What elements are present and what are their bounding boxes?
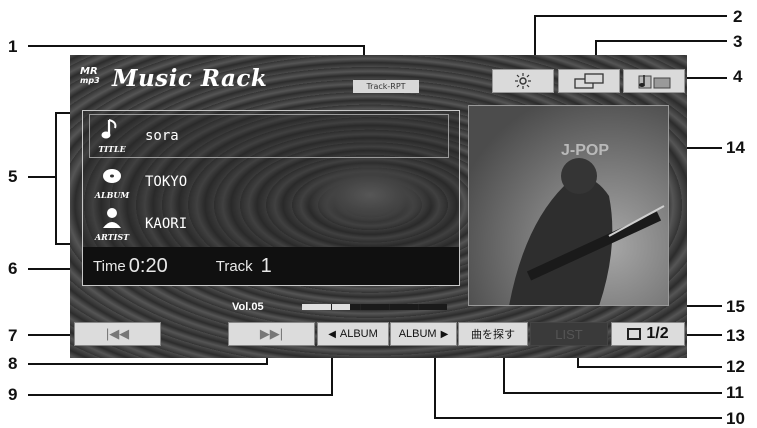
track-number: 1 — [260, 254, 272, 277]
album-next-button[interactable]: ALBUM ▶ — [390, 322, 457, 346]
page-icon — [627, 328, 642, 340]
leader-5-bracket — [55, 112, 57, 245]
next-track-button[interactable]: ▶▶| — [228, 322, 315, 346]
note-icon: TITLE — [91, 116, 133, 156]
callout-1: 1 — [8, 37, 18, 56]
volume-tick — [360, 304, 361, 310]
time-track-bar: Time 0:20 Track 1 — [83, 247, 459, 285]
volume-level-fill — [302, 304, 351, 310]
callout-6: 6 — [8, 259, 18, 278]
left-arrow-icon: ◀ — [328, 328, 336, 340]
callout-2: 2 — [733, 7, 743, 26]
page-number: 1/2 — [646, 325, 669, 342]
list-label: LIST — [555, 326, 583, 342]
dual-screen-icon — [574, 73, 604, 89]
callout-14: 14 — [726, 138, 745, 157]
leader-8 — [28, 363, 268, 365]
track-label: Track — [215, 257, 253, 275]
title-row[interactable]: TITLE sora — [91, 116, 179, 156]
volume-bar — [302, 304, 447, 310]
time-value: 0:20 — [128, 254, 168, 277]
search-song-button[interactable]: 曲を探す — [458, 322, 528, 346]
callout-11: 11 — [726, 383, 744, 402]
leader-11 — [504, 392, 722, 394]
volume-tick — [389, 304, 390, 310]
music-mode-button[interactable] — [623, 69, 685, 93]
callout-4: 4 — [733, 67, 743, 86]
previous-icon: |◀◀ — [105, 326, 130, 341]
brand-logo: MR mp3 — [80, 66, 100, 86]
list-button[interactable]: LIST — [530, 322, 608, 346]
time-label: Time — [93, 257, 126, 275]
leader-10 — [435, 417, 722, 419]
callout-7: 7 — [8, 326, 18, 345]
right-arrow-icon: ▶ — [440, 328, 449, 340]
leader-13 — [686, 334, 722, 336]
callout-3: 3 — [733, 32, 743, 51]
callout-15: 15 — [726, 297, 745, 316]
album-artwork: J-POP — [468, 105, 669, 306]
music-note-icon — [638, 75, 671, 89]
album-label: ALBUM — [94, 190, 130, 200]
leader-5 — [28, 176, 56, 178]
person-icon: ARTIST — [91, 204, 133, 244]
leader-12 — [578, 366, 722, 368]
app-title: Music Rack — [112, 65, 268, 92]
leader-2 — [535, 15, 727, 17]
previous-track-button[interactable]: |◀◀ — [74, 322, 161, 346]
genre-text: J-POP — [561, 142, 610, 159]
album-previous-button[interactable]: ◀ ALBUM — [317, 322, 389, 346]
leader-9 — [28, 394, 333, 396]
album-next-label: ALBUM — [398, 328, 437, 340]
screen-mode-button[interactable] — [558, 69, 620, 93]
music-rack-screen: MR mp3 Music Rack Track-RPT TITLE sora A… — [70, 55, 687, 358]
artist-row: ARTIST KAORI — [91, 204, 187, 244]
volume-label: Vol.05 — [232, 301, 264, 313]
track-repeat-indicator: Track-RPT — [353, 80, 419, 93]
artist-name: KAORI — [145, 216, 188, 232]
title-label: TITLE — [98, 144, 126, 154]
leader-1 — [28, 45, 365, 47]
volume-tick — [331, 304, 332, 310]
album-previous-label: ALBUM — [339, 328, 378, 340]
track-info-panel: TITLE sora ALBUM TOKYO ARTIST KAORI Time… — [82, 110, 460, 286]
callout-5: 5 — [8, 167, 18, 186]
callout-12: 12 — [726, 357, 745, 376]
page-button[interactable]: 1/2 — [611, 322, 685, 346]
album-row: ALBUM TOKYO — [91, 162, 187, 202]
search-song-label: 曲を探す — [471, 329, 515, 341]
guitarist-image — [509, 158, 665, 305]
album-name: TOKYO — [145, 174, 188, 190]
callout-10: 10 — [726, 409, 745, 428]
song-title: sora — [145, 128, 179, 144]
callout-9: 9 — [8, 385, 18, 404]
next-icon: ▶▶| — [259, 326, 284, 341]
callout-13: 13 — [726, 326, 745, 345]
artist-label: ARTIST — [94, 232, 130, 242]
callout-8: 8 — [8, 354, 18, 373]
volume-tick — [418, 304, 419, 310]
disc-icon: ALBUM — [91, 162, 133, 202]
leader-3 — [596, 40, 727, 42]
brightness-button[interactable] — [492, 69, 554, 93]
sun-icon — [515, 73, 531, 89]
